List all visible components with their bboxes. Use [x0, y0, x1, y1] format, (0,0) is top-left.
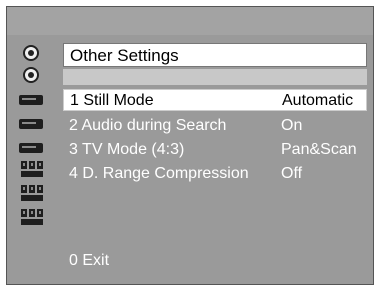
osd-screen: Other Settings 1 Still Mode Automatic 2 …: [6, 6, 374, 285]
menu-item-d-range-compression[interactable]: 4 D. Range Compression Off: [63, 163, 367, 185]
menu-title: Other Settings: [63, 43, 367, 67]
menu-item-tv-mode[interactable]: 3 TV Mode (4:3) Pan&Scan: [63, 139, 367, 161]
disc-icon: [17, 65, 49, 87]
speaker-icon: [17, 159, 49, 181]
exit-option[interactable]: 0 Exit: [69, 252, 109, 270]
menu-item-audio-during-search[interactable]: 2 Audio during Search On: [63, 115, 367, 137]
menu-item-label: 4 D. Range Compression: [69, 165, 249, 182]
disc-icon: [17, 43, 49, 65]
settings-panel: Other Settings 1 Still Mode Automatic 2 …: [63, 43, 367, 278]
menu-item-value: On: [281, 117, 303, 134]
top-strip: [7, 7, 373, 35]
speaker-icon: [17, 207, 49, 229]
menu-item-label: 3 TV Mode (4:3): [69, 141, 185, 158]
player-icon: [17, 89, 49, 111]
title-underbar: [63, 69, 367, 85]
menu-item-value: Pan&Scan: [281, 141, 357, 158]
player-icon: [17, 113, 49, 135]
menu-item-label: 2 Audio during Search: [69, 117, 227, 134]
menu-item-value: Automatic: [282, 92, 354, 109]
menu-item-still-mode[interactable]: 1 Still Mode Automatic: [63, 89, 367, 111]
menu-item-value: Off: [281, 165, 303, 182]
menu-item-label: 1 Still Mode: [70, 92, 154, 109]
speaker-icon: [17, 183, 49, 205]
player-icon: [17, 137, 49, 159]
